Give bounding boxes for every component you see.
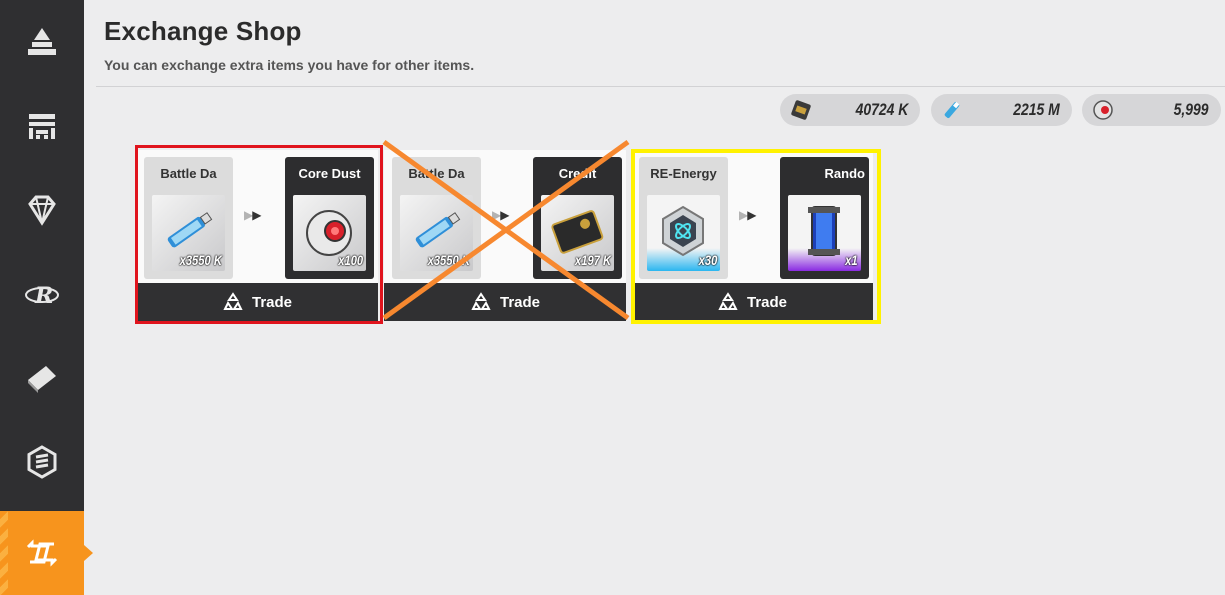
exchange-icon (26, 539, 58, 567)
red-highlight-box (135, 145, 383, 324)
yellow-highlight-box (631, 149, 881, 324)
orange-cross-mark (382, 139, 630, 321)
ticket-icon (28, 366, 56, 393)
sidebar-item-diamond[interactable] (0, 168, 84, 252)
svg-text:R: R (34, 283, 53, 309)
sidebar: R (0, 0, 93, 595)
anvil-icon (28, 28, 56, 55)
page-subtitle: You can exchange extra items you have fo… (104, 57, 475, 73)
shop-icon (29, 114, 55, 139)
sidebar-item-ticket[interactable] (0, 336, 84, 420)
active-stripe (0, 511, 8, 595)
currency-core-dust-value: 5,999 (1174, 100, 1209, 119)
sidebar-item-anvil[interactable] (0, 0, 84, 84)
currency-credit-value: 40724 K (855, 100, 908, 119)
currency-battle-data-value: 2215 M (1013, 100, 1060, 119)
header-divider (96, 86, 1225, 87)
credit-card-icon (791, 100, 811, 120)
currency-core-dust: 5,999 (1082, 94, 1221, 126)
hex-badge-icon (27, 445, 57, 479)
currency-credit: 40724 K (780, 94, 920, 126)
sidebar-item-hex[interactable] (0, 420, 84, 504)
diamond-icon (28, 195, 56, 226)
core-dust-icon (1093, 100, 1113, 120)
sidebar-item-shop[interactable] (0, 84, 84, 168)
battle-data-icon (944, 101, 960, 119)
sidebar-item-exchange[interactable] (0, 511, 93, 595)
page-title: Exchange Shop (104, 16, 302, 46)
r-logo-icon: R (25, 283, 59, 309)
sidebar-item-r[interactable]: R (0, 252, 84, 336)
currency-battle-data: 2215 M (931, 94, 1072, 126)
